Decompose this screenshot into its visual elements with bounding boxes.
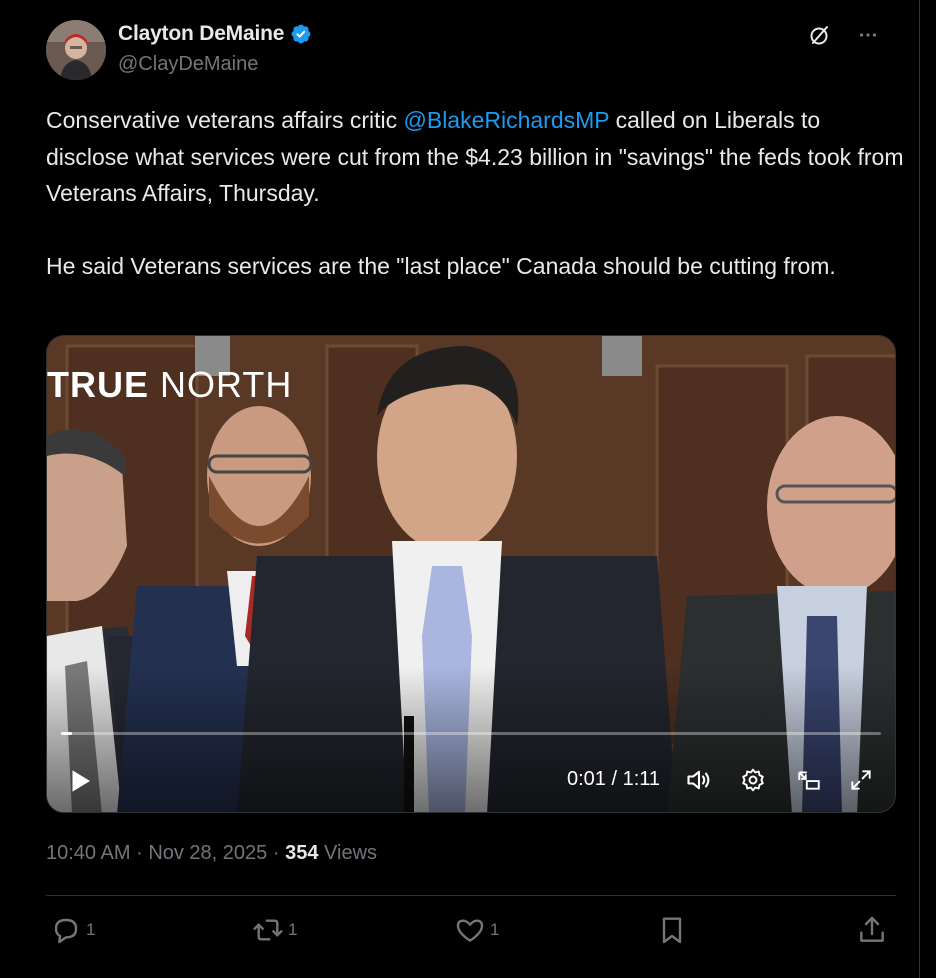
tweet-meta: 10:40 AM · Nov 28, 2025 · 354 Views <box>46 842 377 865</box>
tweet-date[interactable]: Nov 28, 2025 <box>148 842 267 864</box>
top-actions <box>807 22 881 48</box>
verified-badge-icon <box>291 24 311 44</box>
action-bar: 1 1 1 <box>50 914 896 950</box>
meta-sep: · <box>136 842 143 864</box>
bookmark-button[interactable] <box>656 914 688 946</box>
video-player[interactable]: TRUE NORTH 0:01 / 1:11 <box>46 335 896 813</box>
tweet-text-part1: Conservative veterans affairs critic <box>46 107 404 133</box>
share-icon <box>860 916 884 942</box>
watermark-bold: TRUE <box>47 364 149 405</box>
video-time: 0:01 / 1:11 <box>567 768 661 790</box>
more-icon[interactable] <box>855 22 881 48</box>
video-progress-bar[interactable] <box>61 732 881 735</box>
bookmark-icon <box>662 917 682 944</box>
tweet-text: Conservative veterans affairs critic @Bl… <box>46 102 906 321</box>
like-icon <box>456 919 484 942</box>
repost-icon <box>253 919 283 941</box>
watermark-light: NORTH <box>160 364 293 405</box>
meta-sep-2: · <box>272 842 280 864</box>
repost-button[interactable]: 1 <box>252 914 297 946</box>
mention-link[interactable]: @BlakeRichardsMP <box>404 107 610 133</box>
tweet-paragraph-2: He said Veterans services are the "last … <box>46 253 836 279</box>
play-icon[interactable] <box>65 766 95 796</box>
tweet-frame: Clayton DeMaine @ClayDeMaine Conservativ… <box>0 0 920 978</box>
pip-icon[interactable] <box>793 764 825 796</box>
divider <box>46 895 896 896</box>
settings-icon[interactable] <box>737 764 769 796</box>
reply-button[interactable]: 1 <box>50 914 95 946</box>
share-button[interactable] <box>856 914 888 946</box>
volume-icon[interactable] <box>683 764 715 796</box>
fullscreen-icon[interactable] <box>845 764 877 796</box>
author-handle[interactable]: @ClayDeMaine <box>118 53 258 76</box>
author-name[interactable]: Clayton DeMaine <box>118 22 284 46</box>
video-progress-fill <box>61 732 73 735</box>
avatar[interactable] <box>46 20 106 80</box>
avatar-image <box>46 20 106 80</box>
like-count: 1 <box>490 920 500 939</box>
like-button[interactable]: 1 <box>454 914 499 946</box>
author-row: Clayton DeMaine <box>118 22 312 46</box>
video-watermark: TRUE NORTH <box>47 364 292 406</box>
reply-count: 1 <box>86 920 96 939</box>
repost-count: 1 <box>288 920 298 939</box>
reply-icon <box>54 918 78 944</box>
tweet-paragraph-1: Conservative veterans affairs critic @Bl… <box>46 102 906 212</box>
views-label: Views <box>324 842 378 864</box>
grok-icon[interactable] <box>807 22 833 48</box>
tweet-time[interactable]: 10:40 AM <box>46 842 131 864</box>
views-count: 354 <box>285 842 319 864</box>
video-frame <box>47 336 895 812</box>
